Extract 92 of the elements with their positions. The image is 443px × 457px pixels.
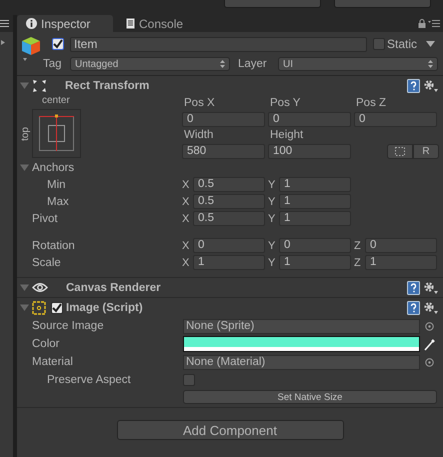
axis-label: Y [268,240,276,252]
dashed-square-icon [395,146,405,156]
property-label: Rotation [32,240,76,252]
tag-label: Tag [43,58,63,70]
number-field[interactable]: 0 [279,238,351,253]
checkbox[interactable] [183,374,195,386]
field-label: Width [183,129,214,141]
blueprint-mode-button[interactable] [387,144,413,158]
component-title[interactable]: Image (Script) [66,302,143,314]
property-label: Scale [32,256,62,268]
static-label: Static [386,37,417,51]
property-label: Color [32,338,60,350]
component-title[interactable]: Rect Transform [65,80,150,92]
info-icon [26,18,37,29]
object-picker-icon[interactable] [425,358,434,366]
property-label: Preserve Aspect [47,374,132,386]
add-component-button[interactable]: Add Component [116,420,344,440]
number-field[interactable]: 100 [268,144,351,158]
panel-tab[interactable]: Inspector [17,15,113,32]
number-field[interactable]: 0.5 [193,194,265,209]
anchor-vertical-label: top [20,126,32,140]
active-checkbox[interactable] [52,38,64,50]
number-field[interactable]: 0 [182,112,265,126]
property-label: Anchors [32,162,76,174]
axis-label: Y [268,256,276,268]
number-field[interactable]: 1 [279,194,351,209]
anchor-horizontal-label: center [41,95,71,108]
help-book-icon[interactable] [407,78,420,92]
property-label: Source Image [32,320,105,332]
number-field[interactable]: 1 [193,255,265,270]
document-icon [126,18,135,29]
lock-icon[interactable] [418,19,426,28]
axis-label: Y [268,178,276,190]
axis-label: X [182,178,190,190]
axis-label: X [182,240,190,252]
property-label: Max [47,196,70,208]
axis-label: Z [354,240,362,252]
object-field[interactable]: None (Material) [183,354,420,370]
eyedropper-icon[interactable] [424,338,436,350]
number-field[interactable]: 0.5 [193,211,265,226]
number-field[interactable]: 0.5 [193,177,265,192]
axis-label: Y [268,212,276,224]
field-label: Pos X [183,97,216,109]
image-component-icon [32,300,46,314]
tag-dropdown[interactable]: Untagged [70,57,230,71]
number-field[interactable]: 0 [268,112,351,126]
settings-icon[interactable] [423,280,439,294]
anchor-preset-drawing[interactable] [32,109,81,158]
panel-tab[interactable]: Console [113,15,200,32]
number-field[interactable]: 0 [193,238,265,253]
arrow-icon [1,40,5,45]
layer-label: Layer [237,58,268,70]
stepper-arrows-icon [428,60,433,68]
number-field[interactable]: 0 [354,112,437,126]
rect-transform-icon [32,78,47,92]
color-field[interactable] [183,336,420,352]
help-book-icon[interactable] [407,280,420,294]
menu-icon[interactable] [0,20,9,27]
component-title[interactable]: Canvas Renderer [66,282,161,294]
cube-icon[interactable] [20,36,42,62]
raw-edit-button[interactable]: R [413,144,439,158]
property-label: Pivot [32,212,59,224]
axis-label: X [182,196,190,208]
property-label: Material [32,356,74,368]
number-field[interactable]: 1 [279,211,351,226]
property-label: Min [47,178,67,190]
eye-icon [32,282,48,293]
settings-icon[interactable] [423,78,439,92]
object-name-field[interactable]: Item [70,36,367,52]
number-field[interactable]: 0 [365,238,437,253]
layer-dropdown[interactable]: UI [278,57,438,71]
axis-label: Y [268,196,276,208]
number-field[interactable]: 580 [182,144,265,158]
stepper-arrows-icon [220,60,225,68]
field-label: Height [269,129,304,141]
help-book-icon[interactable] [407,300,420,314]
number-field[interactable]: 1 [365,255,437,270]
settings-icon[interactable] [423,300,439,314]
axis-label: X [182,256,190,268]
object-field[interactable]: None (Sprite) [183,318,420,334]
number-field[interactable]: 1 [279,177,351,192]
set-native-size-button[interactable]: Set Native Size [183,390,437,404]
object-picker-icon[interactable] [425,322,434,330]
static-checkbox[interactable] [372,38,385,50]
field-label: Pos Y [269,97,302,109]
enabled-checkbox[interactable] [51,302,63,314]
axis-label: X [182,212,190,224]
menu-icon[interactable] [428,20,440,27]
dropdown-arrow-icon[interactable] [426,41,435,47]
field-label: Pos Z [355,97,388,109]
number-field[interactable]: 1 [279,255,351,270]
axis-label: Z [354,256,362,268]
